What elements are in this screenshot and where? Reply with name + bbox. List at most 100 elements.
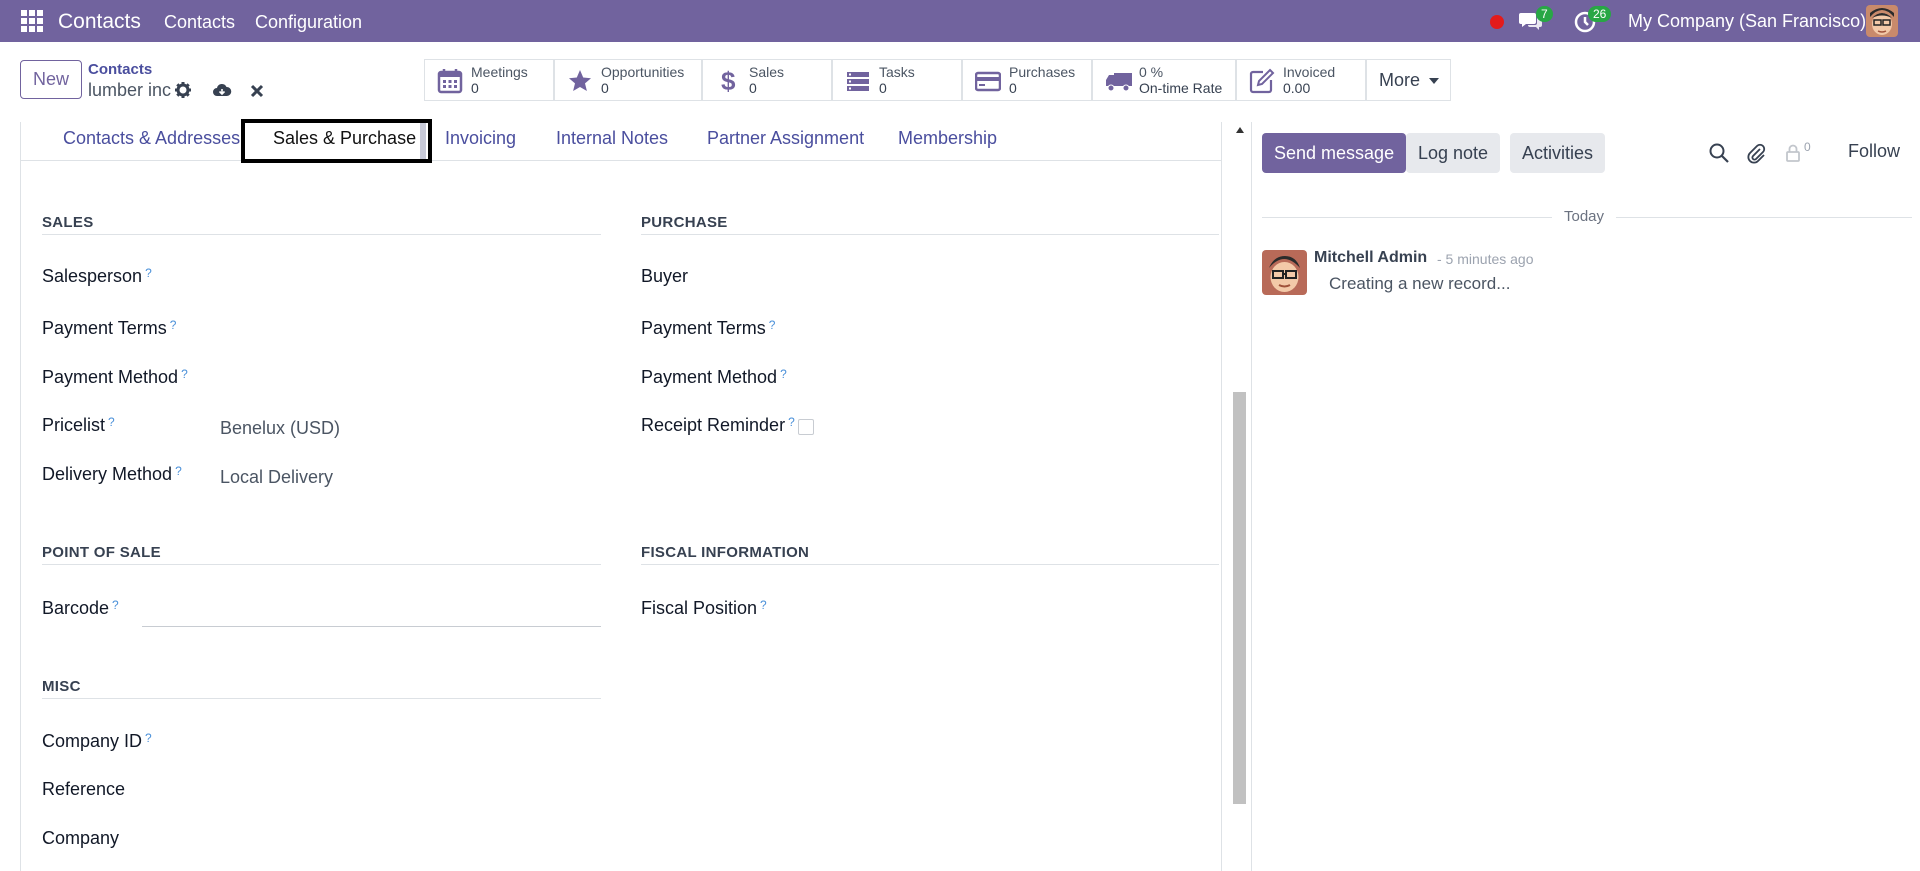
sales-smart-button[interactable]: $ Sales 0 (702, 59, 832, 101)
control-panel: New Contacts lumber inc Meetings 0 Oppor… (0, 42, 1920, 122)
sales-payment-method-help-icon[interactable]: ? (181, 367, 188, 381)
star-icon (567, 68, 593, 94)
receipt-reminder-label: Receipt Reminder? (641, 415, 795, 435)
activities-count-badge: 26 (1588, 6, 1612, 22)
tab-internal-notes[interactable]: Internal Notes (556, 128, 668, 149)
company-id-help-icon[interactable]: ? (145, 731, 152, 745)
salesperson-label: Salesperson? (42, 266, 152, 286)
opportunities-smart-button[interactable]: Opportunities 0 (554, 59, 702, 101)
pricelist-field[interactable]: Benelux (USD) (220, 418, 340, 439)
breadcrumb-contacts[interactable]: Contacts (88, 61, 152, 78)
follow-button[interactable]: Follow (1848, 141, 1900, 162)
send-message-button[interactable]: Send message (1262, 133, 1407, 173)
receipt-reminder-help-icon[interactable]: ? (788, 415, 795, 429)
menu-configuration[interactable]: Configuration (255, 12, 362, 33)
salesperson-help-icon[interactable]: ? (145, 266, 152, 280)
purchase-payment-terms-label: Payment Terms? (641, 318, 776, 338)
on-time-rate-label: On-time Rate (1139, 80, 1223, 96)
barcode-label: Barcode? (42, 598, 119, 618)
invoiced-smart-button[interactable]: Invoiced 0.00 (1236, 59, 1366, 101)
on-time-rate-value: 0 % (1139, 64, 1164, 80)
fiscal-position-label: Fiscal Position? (641, 598, 767, 618)
gear-icon[interactable] (174, 81, 192, 99)
tab-partner-assignment[interactable]: Partner Assignment (707, 128, 864, 149)
sales-value: 0 (749, 80, 757, 96)
notebook-tabs: Contacts & Addresses Sales & Purchase In… (21, 119, 1221, 163)
fiscal-position-help-icon[interactable]: ? (760, 598, 767, 612)
pos-divider (42, 564, 601, 565)
tasks-value: 0 (879, 80, 887, 96)
discard-close-icon[interactable] (250, 84, 268, 102)
message-author[interactable]: Mitchell Admin (1314, 249, 1427, 267)
sales-label: Sales (749, 64, 785, 80)
pricelist-help-icon[interactable]: ? (108, 415, 115, 429)
company-switcher[interactable]: My Company (San Francisco) (1628, 11, 1866, 32)
sales-divider (42, 234, 601, 235)
misc-divider (42, 698, 601, 699)
sales-section-title: SALES (42, 214, 94, 231)
purchase-payment-method-help-icon[interactable]: ? (780, 367, 787, 381)
delivery-method-label: Delivery Method? (42, 464, 182, 484)
calendar-icon (437, 68, 463, 94)
opportunities-label: Opportunities (601, 64, 685, 80)
top-navbar: Contacts Contacts Configuration 7 26 My … (0, 0, 1920, 42)
followers-lock-icon[interactable] (1782, 142, 1804, 164)
caret-down-icon (1429, 78, 1440, 85)
app-brand[interactable]: Contacts (58, 10, 141, 34)
message-body: Creating a new record... (1329, 274, 1511, 293)
fiscal-divider (641, 564, 1219, 565)
record-name: lumber inc (88, 80, 172, 100)
purchase-section-title: PURCHASE (641, 214, 728, 231)
tab-sales-purchase[interactable]: Sales & Purchase (273, 128, 416, 149)
barcode-help-icon[interactable]: ? (112, 598, 119, 612)
cloud-save-icon[interactable] (212, 82, 232, 100)
delivery-method-field[interactable]: Local Delivery (220, 467, 333, 488)
fiscal-section-title: FISCAL INFORMATION (641, 544, 810, 561)
message-author-avatar[interactable] (1262, 250, 1307, 295)
truck-icon (1105, 68, 1133, 94)
apps-menu-icon[interactable] (21, 10, 43, 32)
receipt-reminder-checkbox[interactable] (798, 419, 814, 435)
chatter-panel: Send message Log note Activities 0 Follo… (1251, 122, 1920, 871)
company-id-label: Company ID? (42, 731, 152, 751)
tab-contacts-addresses[interactable]: Contacts & Addresses (63, 128, 240, 149)
barcode-input[interactable] (142, 626, 601, 627)
delivery-method-help-icon[interactable]: ? (175, 464, 182, 478)
invoiced-value: 0.00 (1283, 80, 1311, 96)
meetings-value: 0 (471, 80, 479, 96)
buyer-label: Buyer (641, 266, 689, 286)
credit-card-icon (974, 68, 1002, 94)
scroll-up-arrow-icon[interactable] (1236, 127, 1244, 133)
svg-text:$: $ (721, 68, 736, 94)
scrollbar-thumb[interactable] (1233, 392, 1246, 804)
purchase-payment-terms-help-icon[interactable]: ? (769, 318, 776, 332)
date-separator-label: Today (1552, 208, 1617, 225)
opportunities-value: 0 (601, 80, 609, 96)
user-avatar[interactable] (1866, 5, 1898, 37)
sales-payment-terms-help-icon[interactable]: ? (170, 318, 177, 332)
search-icon[interactable] (1708, 142, 1730, 164)
more-label: More (1379, 70, 1421, 90)
on-time-rate-smart-button[interactable]: 0 % On-time Rate (1092, 59, 1236, 101)
tasks-icon (845, 68, 871, 94)
paperclip-icon[interactable] (1745, 142, 1767, 164)
follower-count: 0 (1804, 140, 1811, 154)
tab-invoicing[interactable]: Invoicing (445, 128, 516, 149)
tab-membership[interactable]: Membership (898, 128, 997, 149)
purchases-label: Purchases (1009, 64, 1076, 80)
more-dropdown-button[interactable]: More (1366, 59, 1451, 101)
meetings-label: Meetings (471, 64, 528, 80)
purchases-smart-button[interactable]: Purchases 0 (962, 59, 1092, 101)
log-note-button[interactable]: Log note (1406, 133, 1501, 173)
sales-payment-method-label: Payment Method? (42, 367, 188, 387)
meetings-smart-button[interactable]: Meetings 0 (424, 59, 554, 101)
new-button[interactable]: New (20, 60, 82, 99)
message-date: - 5 minutes ago (1437, 251, 1534, 267)
recording-indicator-icon[interactable] (1490, 15, 1504, 29)
form-sheet: Contacts & Addresses Sales & Purchase In… (20, 119, 1222, 871)
misc-section-title: MISC (42, 678, 81, 695)
tasks-smart-button[interactable]: Tasks 0 (832, 59, 962, 101)
pos-section-title: POINT OF SALE (42, 544, 161, 561)
menu-contacts[interactable]: Contacts (164, 12, 235, 33)
activities-button[interactable]: Activities (1510, 133, 1606, 173)
